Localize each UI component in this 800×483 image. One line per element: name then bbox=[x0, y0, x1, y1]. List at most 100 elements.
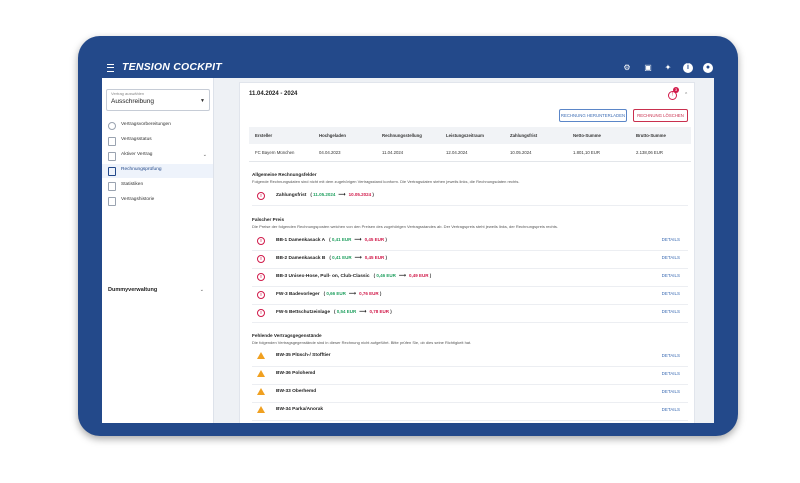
invoice-value: 0,45 EUR bbox=[364, 237, 385, 242]
price-row: ! BB-1 Damenkasack A( 0,41 EUR ⟶ 0,45 EUR … bbox=[252, 233, 688, 251]
row-label: BW-34 Parka/Anorak bbox=[276, 407, 324, 412]
warning-icon bbox=[257, 352, 265, 359]
missing-row: BW-34 Parka/Anorak DETAILS bbox=[252, 403, 688, 421]
row-label: BW-36 Polohemd bbox=[276, 371, 316, 376]
table-cell: 2.138,06 EUR bbox=[636, 150, 663, 155]
details-link[interactable]: DETAILS bbox=[662, 291, 680, 296]
table-cell: 11.04.2024 bbox=[382, 150, 404, 155]
sidebar-item-vertragsstatus[interactable]: Vertragsstatus bbox=[102, 134, 213, 148]
user-icon[interactable]: ● bbox=[703, 63, 713, 73]
table-cell: 1.801,10 EUR bbox=[573, 150, 600, 155]
chevron-up-icon[interactable]: ⌃ bbox=[684, 92, 688, 98]
section-title-price: Falscher Preis bbox=[252, 217, 285, 222]
section-desc-price: Die Preise der folgenden Rechnungsposten… bbox=[252, 224, 558, 229]
sidebar-item-statistiken[interactable]: Statistiken bbox=[102, 179, 213, 193]
section-desc-missing: Die folgenden Vertragsgegenstände sind i… bbox=[252, 340, 472, 345]
app-logo: TENSION COCKPIT bbox=[122, 61, 222, 73]
calendar-icon[interactable]: ▣ bbox=[643, 63, 653, 73]
row-label: BW-33 Oberhemd bbox=[276, 389, 317, 394]
table-cell: 12.04.2024 bbox=[446, 150, 468, 155]
section-desc-general: Folgende Rechnungsdaten sind nicht mit d… bbox=[252, 179, 520, 184]
row-content: Zahlungsfrist( 11.05.2024 ⟶ 10.05.2024 ) bbox=[276, 192, 374, 198]
sidebar-item-label: Rechnungsprüfung bbox=[121, 167, 162, 172]
arrow-right-icon: ⟶ bbox=[348, 291, 357, 297]
column-header: Zahlungsfrist bbox=[510, 133, 538, 138]
row-content: FW-3 Badevorleger( 0,66 EUR ⟶ 0,76 EUR ) bbox=[276, 291, 382, 297]
missing-row: BW-36 Polohemd DETAILS bbox=[252, 367, 688, 385]
row-content: BB-1 Damenkasack A( 0,41 EUR ⟶ 0,45 EUR ) bbox=[276, 237, 387, 243]
invoice-value: 0,76 EUR bbox=[359, 291, 379, 296]
error-icon: ! bbox=[257, 255, 265, 263]
history-icon bbox=[108, 197, 116, 206]
sidebar-item-label: Aktiver Vertrag bbox=[121, 152, 153, 157]
error-icon: ! bbox=[257, 273, 265, 281]
sidebar-item-rechnungspruefung[interactable]: Rechnungsprüfung bbox=[102, 164, 213, 178]
row-label: BW-35 Plüsch-/ Stofftier bbox=[276, 353, 331, 358]
row-content: BB-3 Unisex-Hose, Pull- on, Club-Classic… bbox=[276, 273, 432, 279]
price-row: ! FW-3 Badevorleger( 0,66 EUR ⟶ 0,76 EUR )… bbox=[252, 287, 688, 305]
column-header: Rechnungsstellung bbox=[382, 133, 422, 138]
row-label: Zahlungsfrist bbox=[276, 193, 307, 198]
contract-value: 11.05.2024 bbox=[313, 192, 336, 197]
row-label: FW-3 Badevorleger bbox=[276, 292, 320, 297]
sidebar-item-vertragsvorbereitungen[interactable]: Vertragsvorbereitungen bbox=[102, 119, 213, 133]
arrow-right-icon: ⟶ bbox=[359, 309, 367, 315]
sidebar-section-dummyverwaltung[interactable]: Dummyverwaltung ⌄ bbox=[108, 287, 208, 297]
details-link[interactable]: DETAILS bbox=[662, 237, 680, 242]
details-link[interactable]: DETAILS bbox=[662, 389, 680, 394]
sidebar-item-aktiver-vertrag[interactable]: Aktiver Vertrag ⌄ bbox=[102, 149, 213, 163]
row-label: BB-3 Unisex-Hose, Pull- on, Club-Classic bbox=[276, 274, 370, 279]
grid-icon bbox=[108, 137, 116, 146]
sidebar-item-label: Vertragsvorbereitungen bbox=[121, 122, 171, 127]
details-link[interactable]: DETAILS bbox=[662, 273, 680, 278]
table-header: Ersteller Hochgeladen Rechnungsstellung … bbox=[249, 127, 691, 144]
missing-row: BW-33 Oberhemd DETAILS bbox=[252, 385, 688, 403]
chevron-down-icon: ⌄ bbox=[199, 287, 204, 293]
invoice-value: 0,45 EUR bbox=[364, 255, 385, 260]
contract-value: 0,41 EUR bbox=[332, 255, 352, 260]
column-header: Hochgeladen bbox=[319, 133, 346, 138]
row-content: FW-5 Bettschutzeinlage( 0,54 EUR ⟶ 0,78 EU… bbox=[276, 309, 392, 315]
row-content: BB-2 Damenkasack B( 0,41 EUR ⟶ 0,45 EUR ) bbox=[276, 255, 388, 261]
table-cell: FC Bayern München bbox=[255, 150, 295, 155]
document-icon bbox=[108, 152, 116, 161]
invoice-value: 0,78 EUR bbox=[369, 309, 389, 314]
settings-icon[interactable]: ⚙ bbox=[622, 63, 632, 73]
arrow-right-icon: ⟶ bbox=[354, 255, 362, 261]
app-screen: TENSION COCKPIT ⚙ ▣ ✦ i ● Vertrag auswäh… bbox=[102, 58, 714, 423]
contract-value: 0,54 EUR bbox=[336, 309, 357, 314]
price-row: ! FW-5 Bettschutzeinlage( 0,54 EUR ⟶ 0,78 … bbox=[252, 305, 688, 323]
contract-select-label: Vertrag auswählen bbox=[111, 91, 145, 96]
contract-select[interactable]: Vertrag auswählen Ausschreibung ▼ bbox=[106, 89, 210, 111]
column-header: Netto-Summe bbox=[573, 133, 601, 138]
invoice-icon bbox=[108, 167, 116, 176]
contract-value: 0,46 EUR bbox=[376, 273, 396, 278]
sidebar-item-label: Statistiken bbox=[121, 182, 144, 187]
chart-icon bbox=[108, 182, 116, 191]
page-title: 11.04.2024 - 2024 bbox=[249, 91, 298, 97]
details-link[interactable]: DETAILS bbox=[662, 255, 680, 260]
warning-icon bbox=[257, 370, 265, 377]
info-icon[interactable]: i bbox=[683, 63, 693, 73]
sidebar-item-vertragshistorie[interactable]: Vertragshistorie bbox=[102, 194, 213, 208]
clock-icon bbox=[108, 122, 116, 130]
contract-select-value: Ausschreibung bbox=[111, 98, 154, 105]
hamburger-menu-icon[interactable] bbox=[107, 64, 114, 72]
table-row: FC Bayern München 04.04.2023 11.04.2024 … bbox=[249, 144, 691, 162]
invoice-value: 10.05.2024 bbox=[348, 192, 372, 197]
sidebar-item-label: Vertragsstatus bbox=[121, 137, 152, 142]
details-link[interactable]: DETAILS bbox=[662, 353, 680, 358]
delete-invoice-button[interactable]: RECHNUNG LÖSCHEN bbox=[633, 109, 688, 122]
tools-icon[interactable]: ✦ bbox=[663, 63, 673, 73]
section-label: Dummyverwaltung bbox=[108, 287, 158, 293]
arrow-right-icon: ⟶ bbox=[354, 237, 362, 243]
chevron-down-icon: ⌄ bbox=[202, 152, 207, 158]
error-icon: ! bbox=[257, 237, 265, 245]
details-link[interactable]: DETAILS bbox=[662, 407, 680, 412]
download-invoice-button[interactable]: RECHNUNG HERUNTERLADEN bbox=[559, 109, 627, 122]
row-label: BB-1 Damenkasack A bbox=[276, 238, 326, 243]
details-link[interactable]: DETAILS bbox=[662, 309, 680, 314]
arrow-right-icon: ⟶ bbox=[338, 192, 346, 198]
details-link[interactable]: DETAILS bbox=[662, 371, 680, 376]
sidebar-item-label: Vertragshistorie bbox=[121, 197, 155, 202]
